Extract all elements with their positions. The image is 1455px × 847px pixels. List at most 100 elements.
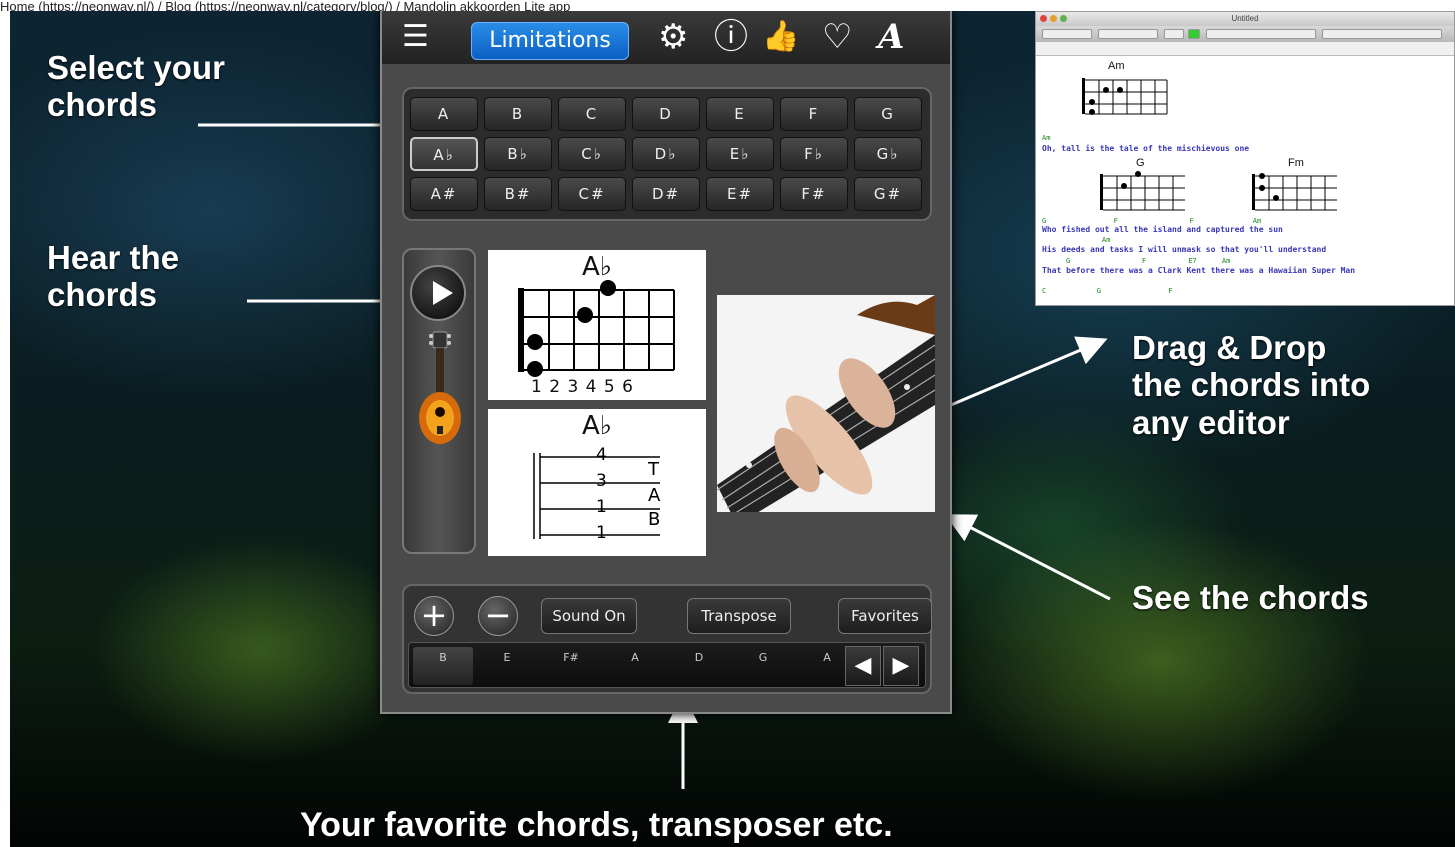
font-icon[interactable]: A — [878, 17, 904, 57]
callout-drag-drop: Drag & Drop the chords into any editor — [1132, 329, 1370, 441]
close-icon[interactable] — [1040, 15, 1047, 22]
chord-marker-row: G F E7 Am — [1066, 257, 1231, 265]
callout-hear-chords: Hear the chords — [47, 239, 179, 314]
chord-button-natural[interactable]: C — [558, 97, 626, 131]
lyric-line: His deeds and tasks I will unmask so tha… — [1042, 245, 1327, 254]
chord-selector: A B C D E F G A♭ B♭ C♭ D♭ E♭ F♭ G♭ A# B# C# D# E# F# G# — [402, 87, 932, 221]
arrow-see — [944, 514, 1111, 601]
chord-button-sharp[interactable]: F# — [780, 177, 848, 211]
callout-text: Select your chords — [47, 49, 225, 124]
lyric-line: That before there was a Clark Kent there… — [1042, 266, 1356, 275]
editor-toolbar — [1036, 26, 1454, 42]
chord-label: G — [1136, 157, 1145, 169]
chord-button-natural[interactable]: D — [632, 97, 700, 131]
chord-button-sharp[interactable]: E# — [706, 177, 774, 211]
chord-button-flat[interactable]: F♭ — [780, 137, 848, 171]
callout-favorites: Your favorite chords, transposer etc. — [300, 806, 893, 844]
tab-letter: T — [648, 459, 659, 480]
gear-icon[interactable]: ⚙ — [658, 17, 688, 57]
chord-marker-row: C G F — [1042, 287, 1173, 295]
chord-label: Am — [1108, 60, 1125, 72]
lyric-line: Who fished out all the island and captur… — [1042, 225, 1283, 234]
favorite-chord[interactable]: B — [423, 651, 463, 664]
favorite-chord[interactable]: A — [807, 651, 847, 664]
chord-button-natural[interactable]: E — [706, 97, 774, 131]
zoom-out-button[interactable]: − — [478, 596, 518, 636]
chord-button-sharp[interactable]: D# — [632, 177, 700, 211]
favorites-prev-button[interactable]: ◀ — [845, 646, 881, 686]
tab-letter: A — [648, 485, 661, 506]
toolbar: ☰ Limitations ⚙ ⓘ 👍 ♡ A — [382, 11, 950, 64]
favorites-strip: ◀ ▶ B E F# A D G A — [408, 642, 926, 688]
side-panel — [402, 248, 476, 554]
chord-button-flat[interactable]: G♭ — [854, 137, 922, 171]
chord-button-natural[interactable]: B — [484, 97, 552, 131]
favorite-chord[interactable]: A — [615, 651, 655, 664]
favorites-next-button[interactable]: ▶ — [883, 646, 919, 686]
chord-button-natural[interactable]: F — [780, 97, 848, 131]
tab-number: 3 — [596, 471, 607, 491]
chord-button-sharp[interactable]: C# — [558, 177, 626, 211]
chord-button-sharp[interactable]: A# — [410, 177, 478, 211]
tab-diagram[interactable]: A♭ 4 3 1 1 T A B — [488, 409, 706, 556]
minimize-icon[interactable] — [1050, 15, 1057, 22]
chord-button-flat[interactable]: B♭ — [484, 137, 552, 171]
tab-number: 1 — [596, 523, 607, 543]
tab-number: 1 — [596, 497, 607, 517]
chord-label: Fm — [1288, 157, 1304, 169]
thumbs-up-icon[interactable]: 👍 — [762, 17, 799, 57]
text-editor-window: Untitled Am Am Oh, tall is the tale of t… — [1035, 11, 1455, 306]
play-button[interactable] — [410, 265, 466, 321]
transpose-button[interactable]: Transpose — [687, 598, 791, 634]
chord-diagram-g[interactable] — [1090, 170, 1200, 220]
callout-text: Hear the chords — [47, 239, 180, 314]
mandolin-icon[interactable] — [416, 330, 464, 450]
callout-text: Drag & Drop the chords into any editor — [1132, 329, 1371, 441]
alignment-buttons[interactable] — [1322, 29, 1442, 39]
menu-icon[interactable]: ☰ — [402, 17, 429, 57]
favorite-chord[interactable]: E — [487, 651, 527, 664]
heart-icon[interactable]: ♡ — [822, 17, 852, 57]
favorite-chord[interactable]: D — [679, 651, 719, 664]
info-icon[interactable]: ⓘ — [714, 17, 748, 57]
font-dropdown[interactable] — [1098, 29, 1158, 39]
chord-button-flat[interactable]: D♭ — [632, 137, 700, 171]
favorite-chord[interactable]: G — [743, 651, 783, 664]
favorites-button[interactable]: Favorites — [838, 598, 932, 634]
editor-title-bar: Untitled — [1036, 12, 1454, 26]
bottom-controls: + − Sound On Transpose Favorites ◀ ▶ B E F… — [402, 584, 932, 694]
limitations-button[interactable]: Limitations — [471, 22, 629, 60]
chord-diagram[interactable]: A♭ 1 2 3 4 5 6 — [488, 250, 706, 400]
style-dropdown[interactable] — [1042, 29, 1092, 39]
chord-button-natural[interactable]: G — [854, 97, 922, 131]
callout-select-chords: Select your chords — [47, 49, 225, 124]
chord-button-flat[interactable]: E♭ — [706, 137, 774, 171]
arrow-drag — [931, 336, 1108, 415]
chord-button-sharp[interactable]: G# — [854, 177, 922, 211]
chord-marker: Am — [1102, 236, 1111, 244]
editor-window-title: Untitled — [1231, 14, 1259, 23]
maximize-icon[interactable] — [1060, 15, 1067, 22]
hand-on-fretboard-photo — [717, 295, 935, 512]
chord-button-flat[interactable]: A♭ — [410, 137, 478, 171]
chord-diagram-fm[interactable] — [1242, 170, 1352, 220]
chord-diagram-am[interactable] — [1072, 74, 1182, 134]
promo-stage: Select your chords Hear the chords Drag … — [10, 11, 1455, 847]
zoom-in-button[interactable]: + — [414, 596, 454, 636]
chord-button-sharp[interactable]: B# — [484, 177, 552, 211]
fret-numbers: 1 2 3 4 5 6 — [531, 377, 634, 397]
chord-photo[interactable] — [717, 295, 935, 512]
chord-button-natural[interactable]: A — [410, 97, 478, 131]
size-dropdown[interactable] — [1164, 29, 1184, 39]
chord-marker-row: G F F Am — [1042, 217, 1262, 225]
chord-marker: Am — [1042, 134, 1051, 142]
app-window: ☰ Limitations ⚙ ⓘ 👍 ♡ A A B C D E F G A♭ B♭ C♭ D♭ E… — [380, 11, 952, 714]
format-buttons[interactable] — [1206, 29, 1316, 39]
lyric-line: Oh, tall is the tale of the mischievous … — [1042, 144, 1250, 153]
tab-letter: B — [648, 509, 661, 530]
color-swatch[interactable] — [1188, 29, 1200, 39]
sound-toggle-button[interactable]: Sound On — [541, 598, 637, 634]
chord-button-flat[interactable]: C♭ — [558, 137, 626, 171]
favorite-chord[interactable]: F# — [551, 651, 591, 664]
tab-number: 4 — [596, 445, 607, 465]
